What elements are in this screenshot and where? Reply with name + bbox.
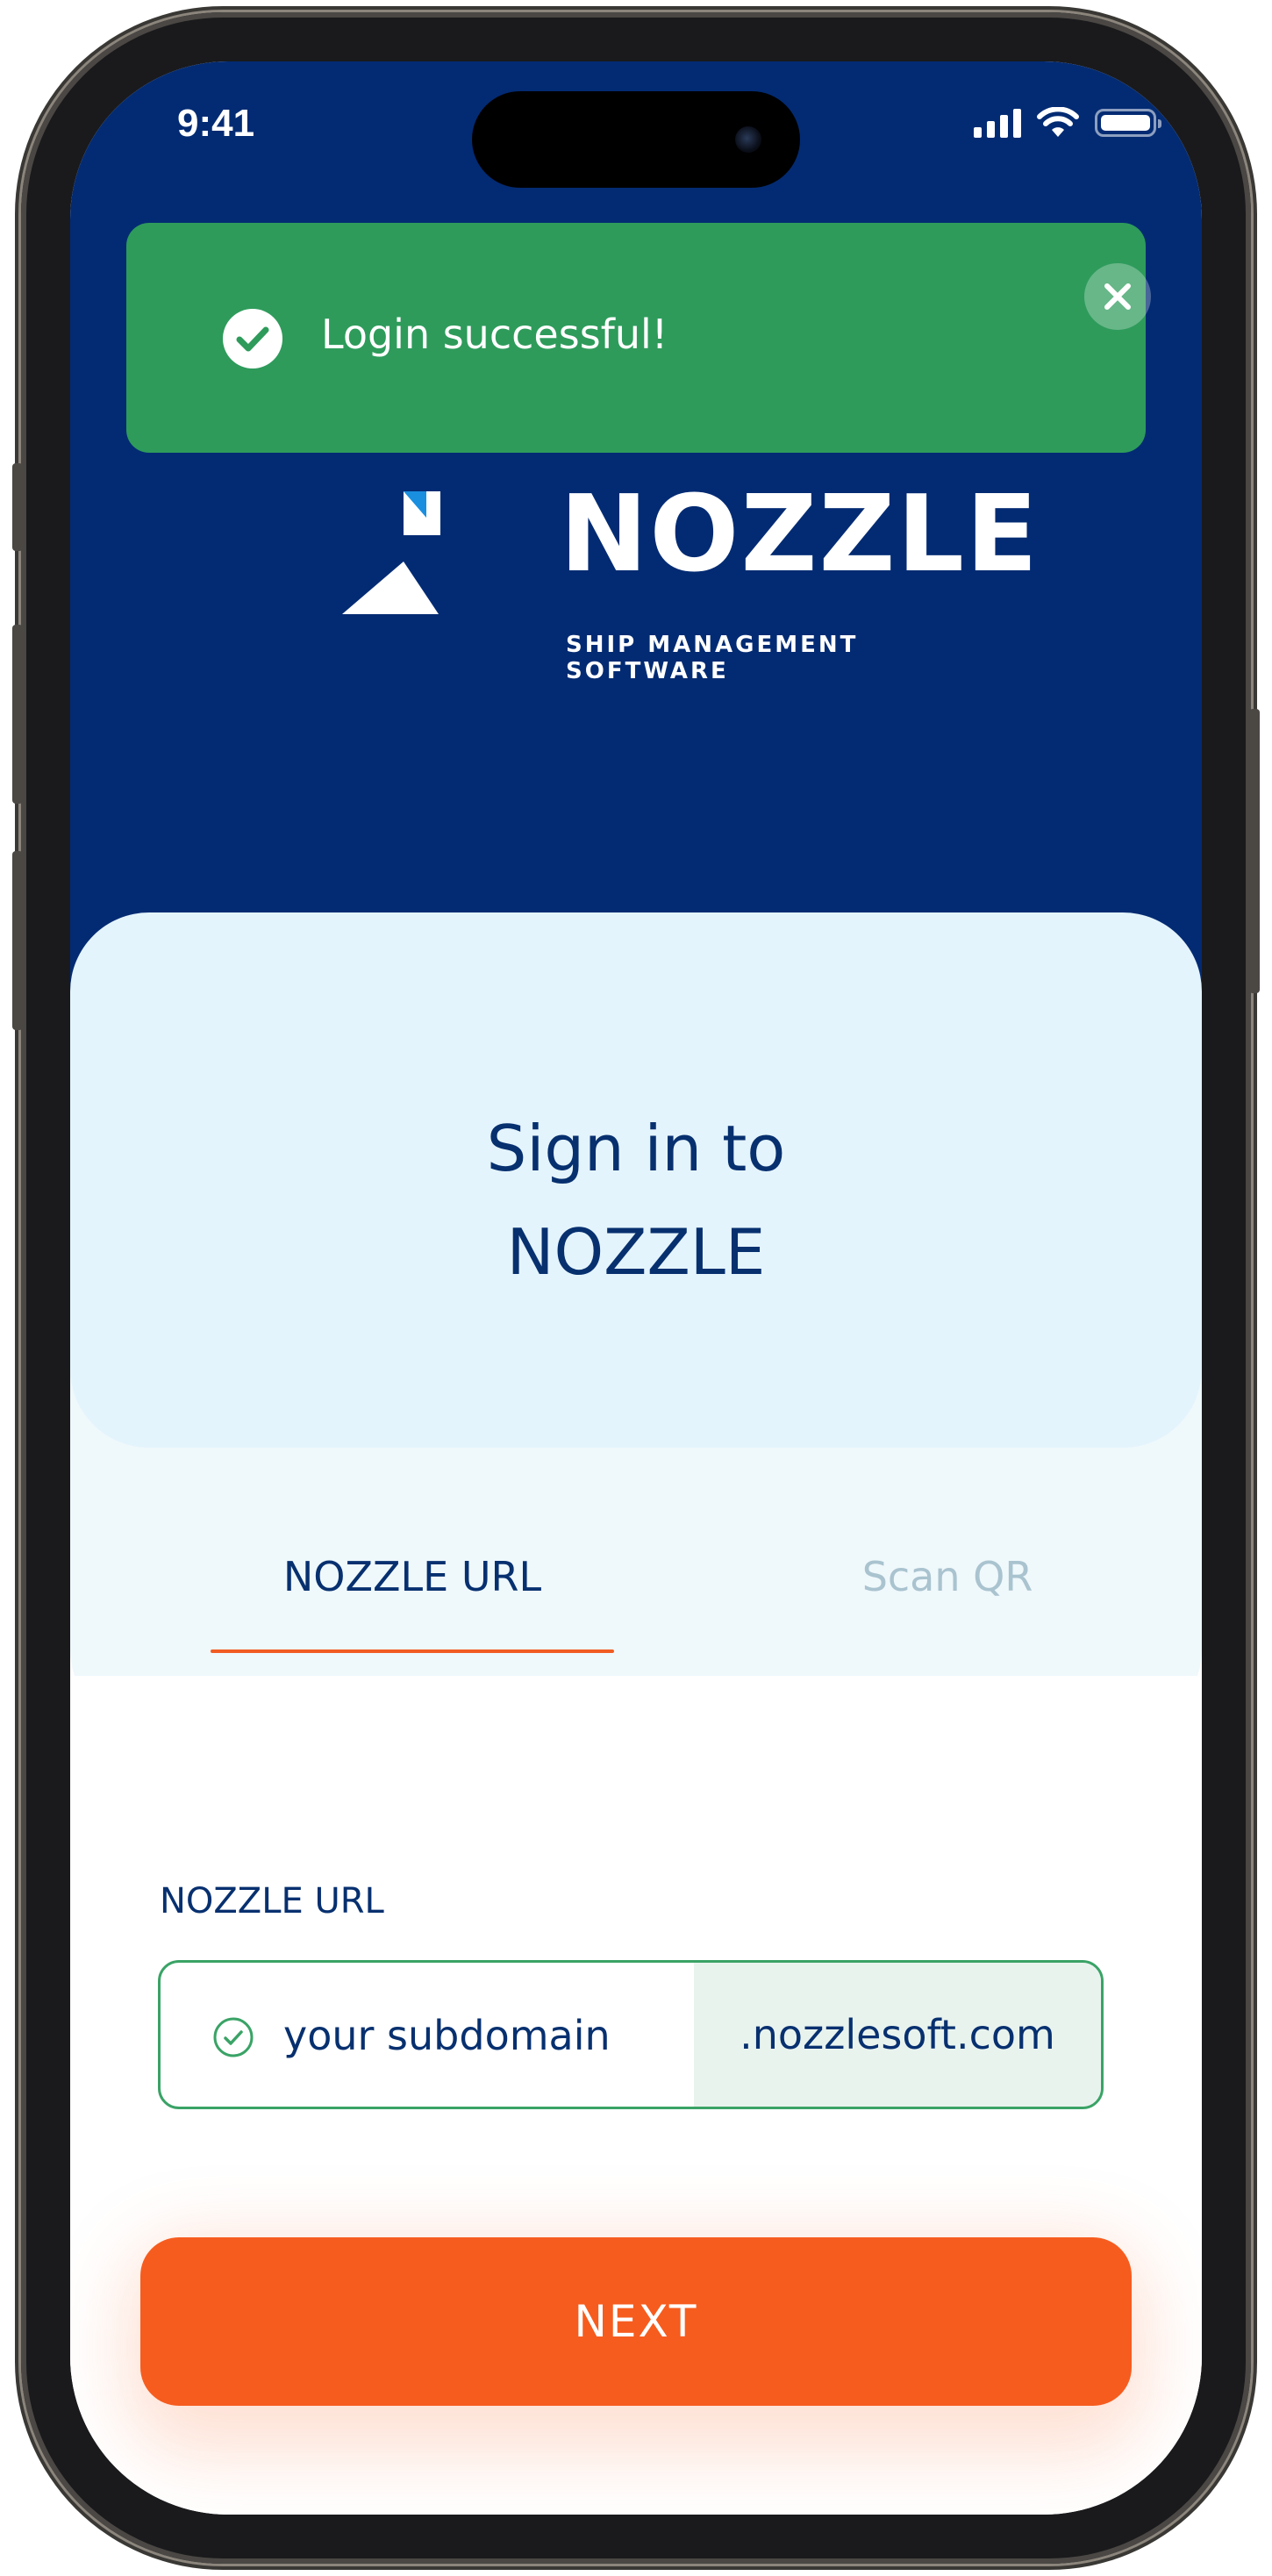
url-field-label: NOZZLE URL (160, 1881, 384, 1921)
front-camera-icon (735, 126, 761, 153)
next-button[interactable]: NEXT (140, 2237, 1132, 2406)
check-circle-icon (213, 2017, 254, 2057)
domain-suffix: .nozzlesoft.com (694, 1963, 1101, 2107)
logo-wordmark: NOZZLE (560, 474, 1040, 596)
nozzle-logo: NOZZLE SHIP MANAGEMENT SOFTWARE (342, 430, 1038, 684)
page-title-line1: Sign in to (486, 1112, 786, 1185)
wifi-icon (1037, 107, 1079, 137)
active-tab-indicator (211, 1649, 614, 1653)
url-field: your subdomain .nozzlesoft.com (158, 1960, 1104, 2109)
volume-down-button (12, 851, 23, 1030)
dynamic-island (472, 91, 800, 188)
logo-tagline: SHIP MANAGEMENT SOFTWARE (566, 632, 859, 684)
app-screen: 9:41 NOZZLE SHIP MANAGEMENT SOFTWARE Sig… (70, 61, 1202, 2515)
page-title: Sign in to NOZZLE (70, 1097, 1202, 1304)
nozzle-logo-mark-icon (342, 491, 440, 614)
tab-scan-qr[interactable]: Scan QR (746, 1553, 1149, 1600)
toast-message: Login successful! (321, 311, 668, 358)
volume-up-button (12, 625, 23, 804)
power-button (1249, 709, 1260, 993)
check-circle-icon (223, 309, 282, 369)
cellular-signal-icon (974, 108, 1021, 138)
status-icons (974, 107, 1161, 139)
battery-icon (1095, 109, 1161, 137)
page-title-line2: NOZZLE (506, 1215, 766, 1289)
tab-nozzle-url[interactable]: NOZZLE URL (211, 1553, 614, 1600)
action-button (12, 463, 23, 551)
success-toast: Login successful! (126, 223, 1151, 453)
status-time: 9:41 (177, 102, 255, 145)
subdomain-input[interactable]: your subdomain (161, 1963, 694, 2107)
subdomain-placeholder: your subdomain (283, 2012, 611, 2059)
toast-close-button[interactable] (1084, 263, 1151, 330)
close-icon (1104, 283, 1131, 310)
